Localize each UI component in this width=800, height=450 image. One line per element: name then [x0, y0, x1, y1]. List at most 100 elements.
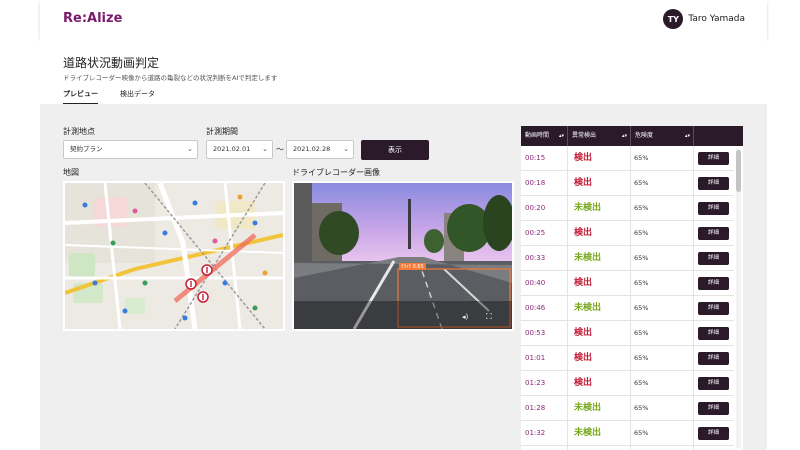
table-row[interactable]: 00:46 未検出 65% 詳細: [521, 296, 734, 321]
row-status: 未検出: [574, 428, 602, 438]
table-row[interactable]: 01:23 検出 65% 詳細: [521, 371, 734, 396]
detail-button[interactable]: 詳細: [698, 252, 729, 265]
table-row[interactable]: 00:33 未検出 65% 詳細: [521, 246, 734, 271]
sort-icon[interactable]: ▴▾: [622, 126, 627, 146]
row-time[interactable]: 00:46: [525, 296, 545, 320]
detail-button[interactable]: 詳細: [698, 402, 729, 415]
table-row[interactable]: 01:32 未検出 65% 詳細: [521, 421, 734, 446]
row-risk: 65%: [634, 429, 649, 437]
row-status: 検出: [574, 378, 593, 388]
column-header-status[interactable]: 異常検出 ▴▾: [568, 126, 631, 146]
row-risk: 65%: [634, 254, 649, 262]
avatar[interactable]: TY: [663, 9, 684, 29]
page-title: 道路状況動画判定: [63, 56, 160, 70]
detail-button[interactable]: 詳細: [698, 177, 729, 190]
row-risk: 65%: [634, 379, 649, 387]
row-risk: 65%: [634, 204, 649, 212]
row-time[interactable]: 00:20: [525, 196, 545, 220]
row-time[interactable]: 00:40: [525, 271, 545, 295]
sort-icon[interactable]: ▴▾: [559, 126, 564, 146]
row-risk: 65%: [634, 179, 649, 187]
sort-icon[interactable]: ▴▾: [685, 126, 690, 146]
map-view[interactable]: [65, 183, 283, 329]
detail-button[interactable]: 詳細: [698, 352, 729, 365]
dashcam-panel[interactable]: ｸﾗｯｸ 0.65 ◂) ⛶: [292, 181, 514, 331]
detail-button[interactable]: 詳細: [698, 377, 729, 390]
app-logo[interactable]: Re:Alize: [63, 11, 122, 26]
chevron-down-icon: ⌄: [343, 145, 349, 153]
user-menu[interactable]: TY Taro Yamada: [663, 9, 745, 29]
map-panel[interactable]: [63, 181, 285, 331]
row-risk: 65%: [634, 354, 649, 362]
row-risk: 65%: [634, 154, 649, 162]
row-time[interactable]: 00:33: [525, 246, 545, 270]
row-time[interactable]: 01:01: [525, 346, 545, 370]
user-name[interactable]: Taro Yamada: [688, 14, 745, 24]
row-risk: 65%: [634, 279, 649, 287]
map-pin-icon[interactable]: [185, 278, 197, 290]
detail-button[interactable]: 詳細: [698, 327, 729, 340]
row-time[interactable]: 00:25: [525, 221, 545, 245]
page-subtitle: ドライブレコーダー映像から道路の亀裂などの状況判断をAIで判定します: [63, 74, 278, 82]
fullscreen-icon[interactable]: ⛶: [486, 312, 492, 322]
row-status: 検出: [574, 178, 593, 188]
location-select[interactable]: 契約プラン ⌄: [63, 140, 198, 159]
table-header: 動画時間 ▴▾ 異常検出 ▴▾ 危険度 ▴▾: [521, 126, 743, 146]
detail-button[interactable]: 詳細: [698, 427, 729, 440]
end-date-select[interactable]: 2021.02.28 ⌄: [286, 140, 354, 159]
detail-button[interactable]: 詳細: [698, 277, 729, 290]
row-status: 検出: [574, 228, 593, 238]
row-status: 検出: [574, 353, 593, 363]
start-date-value: 2021.02.01: [213, 145, 251, 153]
table-row[interactable]: 00:18 検出 65% 詳細: [521, 171, 734, 196]
scrollbar-thumb[interactable]: [736, 150, 741, 192]
map-pin-icon[interactable]: [197, 291, 209, 303]
column-header-time[interactable]: 動画時間 ▴▾: [521, 126, 568, 146]
dashcam-video[interactable]: [294, 183, 512, 329]
row-time[interactable]: 00:15: [525, 146, 545, 170]
row-risk: 65%: [634, 304, 649, 312]
period-label: 計測期間: [206, 127, 238, 136]
table-row[interactable]: 00:15 検出 65% 詳細: [521, 146, 734, 171]
chevron-down-icon: ⌄: [262, 145, 268, 153]
table-row[interactable]: 00:25 検出 65% 詳細: [521, 221, 734, 246]
tab-preview[interactable]: プレビュー: [63, 89, 98, 105]
row-risk: 65%: [634, 329, 649, 337]
row-status: 未検出: [574, 303, 602, 313]
table-row[interactable]: 00:53 検出 65% 詳細: [521, 321, 734, 346]
detail-button[interactable]: 詳細: [698, 152, 729, 165]
scrollbar-track[interactable]: [736, 148, 741, 448]
row-time[interactable]: 00:18: [525, 171, 545, 195]
map-label: 地図: [63, 168, 79, 177]
dashcam-label: ドライブレコーダー画像: [292, 168, 380, 177]
column-header-action: [694, 126, 743, 146]
row-time[interactable]: 01:23: [525, 371, 545, 395]
table-row[interactable]: 01:01 検出 65% 詳細: [521, 346, 734, 371]
row-risk: 65%: [634, 404, 649, 412]
chevron-down-icon: ⌄: [187, 145, 193, 153]
row-status: 検出: [574, 328, 593, 338]
row-time[interactable]: 01:32: [525, 421, 545, 445]
volume-icon[interactable]: ◂): [462, 313, 468, 321]
table-row[interactable]: 00:40 検出 65% 詳細: [521, 271, 734, 296]
table-row[interactable]: 01:28 未検出 65% 詳細: [521, 396, 734, 421]
row-status: 未検出: [574, 403, 602, 413]
row-time[interactable]: 01:28: [525, 396, 545, 420]
column-header-risk[interactable]: 危険度 ▴▾: [631, 126, 694, 146]
row-risk: 65%: [634, 229, 649, 237]
row-status: 未検出: [574, 253, 602, 263]
detection-label: ｸﾗｯｸ 0.65: [399, 263, 426, 270]
detail-button[interactable]: 詳細: [698, 202, 729, 215]
page-header: 道路状況動画判定 ドライブレコーダー映像から道路の亀裂などの状況判断をAIで判定…: [40, 38, 767, 105]
detail-button[interactable]: 詳細: [698, 302, 729, 315]
show-button[interactable]: 表示: [361, 140, 429, 160]
map-pin-icon[interactable]: [201, 264, 213, 276]
table-row[interactable]: 00:20 未検出 65% 詳細: [521, 196, 734, 221]
tab-detection-data[interactable]: 検出データ: [120, 89, 155, 103]
location-select-value: 契約プラン: [70, 145, 103, 153]
start-date-select[interactable]: 2021.02.01 ⌄: [206, 140, 273, 159]
detail-button[interactable]: 詳細: [698, 227, 729, 240]
main-content: 計測地点 契約プラン ⌄ 計測期間 2021.02.01 ⌄ ～ 2021.02…: [40, 104, 767, 450]
end-date-value: 2021.02.28: [293, 145, 331, 153]
row-time[interactable]: 00:53: [525, 321, 545, 345]
